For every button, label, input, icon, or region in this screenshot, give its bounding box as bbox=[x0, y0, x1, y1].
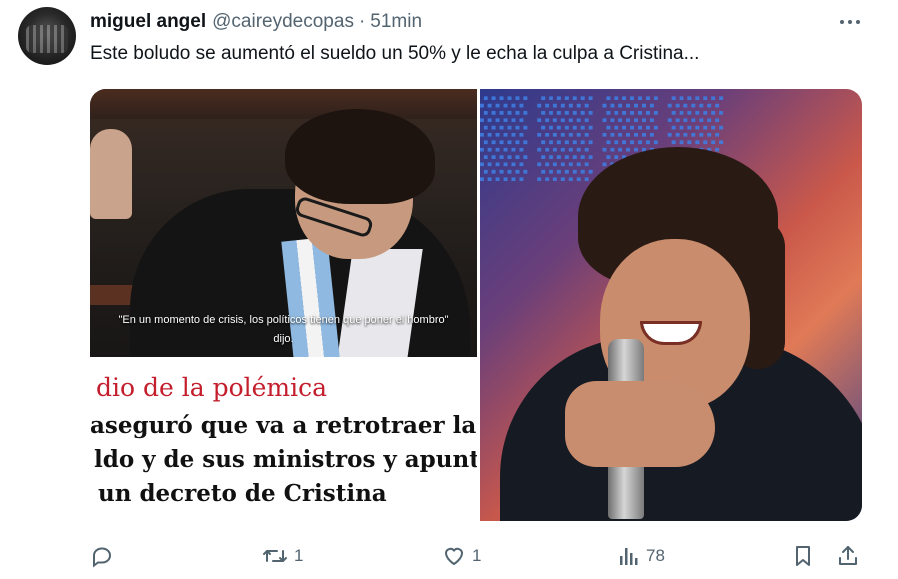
left-photo: "En un momento de crisis, los políticos … bbox=[90, 89, 477, 357]
separator-dot: · bbox=[358, 11, 366, 32]
display-name[interactable]: miguel angel bbox=[90, 11, 206, 33]
headline-line: un decreto de Cristina bbox=[98, 480, 387, 507]
headline-line: aseguró que va a retrotraer la su bbox=[90, 412, 477, 439]
user-handle[interactable]: @caireydecopas bbox=[212, 11, 354, 33]
like-button[interactable]: 1 bbox=[442, 541, 481, 571]
article-headline: aseguró que va a retrotraer la su ldo y … bbox=[90, 409, 477, 511]
avatar[interactable] bbox=[18, 7, 76, 65]
bookmark-button[interactable] bbox=[792, 541, 814, 571]
media-grid[interactable]: "En un momento de crisis, los políticos … bbox=[90, 89, 862, 521]
timestamp[interactable]: 51min bbox=[370, 11, 422, 33]
headline-line: ldo y de sus ministros y apuntó bbox=[94, 446, 477, 473]
photo-caption: "En un momento de crisis, los políticos … bbox=[90, 311, 477, 349]
article-kicker: dio de la polémica bbox=[96, 373, 328, 402]
views-button[interactable]: 78 bbox=[618, 541, 665, 571]
tweet[interactable]: miguel angel @caireydecopas · 51min Este… bbox=[0, 0, 898, 579]
reply-button[interactable] bbox=[90, 541, 120, 571]
tweet-text: Este boludo se aumentó el sueldo un 50% … bbox=[90, 43, 700, 64]
article-snippet: dio de la polémica aseguró que va a retr… bbox=[90, 357, 477, 521]
views-icon bbox=[620, 548, 638, 565]
avatar-image bbox=[26, 25, 68, 53]
share-button[interactable] bbox=[836, 541, 860, 571]
tweet-header: miguel angel @caireydecopas · 51min bbox=[90, 10, 422, 34]
caption-line: "En un momento de crisis, los políticos … bbox=[118, 314, 449, 326]
more-icon[interactable] bbox=[836, 12, 864, 32]
reply-icon bbox=[93, 547, 112, 568]
retweet-count: 1 bbox=[294, 546, 304, 565]
like-count: 1 bbox=[472, 546, 482, 565]
views-count: 78 bbox=[646, 546, 665, 565]
media-image-right[interactable]: ▒▒▒▒ bbox=[480, 89, 862, 521]
retweet-button[interactable]: 1 bbox=[262, 541, 303, 571]
retweet-icon bbox=[263, 550, 287, 562]
like-icon bbox=[444, 547, 464, 566]
share-icon bbox=[839, 546, 857, 565]
bookmark-icon bbox=[796, 546, 810, 566]
media-image-left[interactable]: "En un momento de crisis, los políticos … bbox=[90, 89, 477, 521]
action-bar: 1 1 78 bbox=[90, 541, 864, 571]
caption-line: dijo. bbox=[273, 333, 294, 345]
